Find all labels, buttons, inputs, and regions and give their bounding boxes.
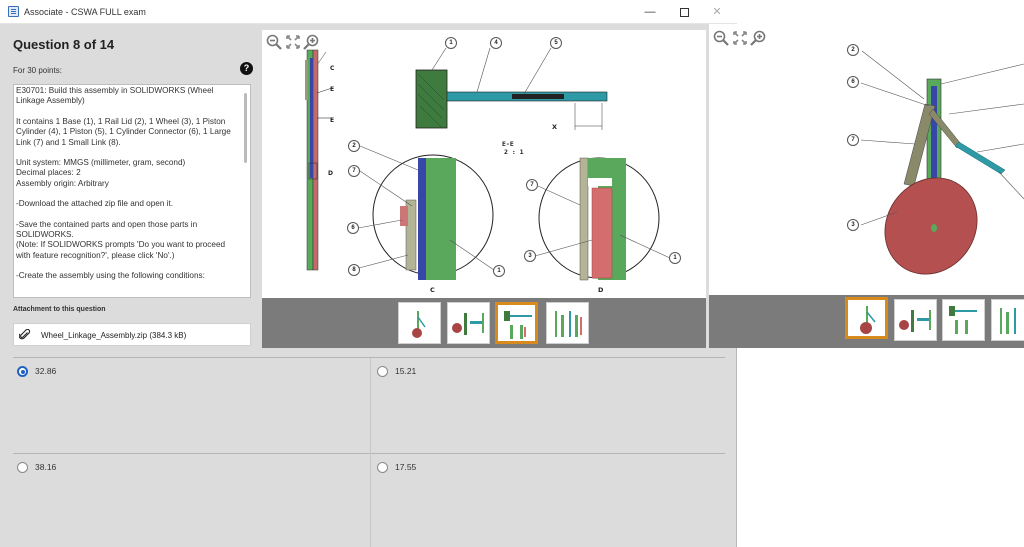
callout-balloon: 2 [348,140,360,152]
title-bar: Associate - CSWA FULL exam — ✕ [0,0,737,24]
thumbnail-image-1 [412,311,426,338]
thumbnail-1[interactable] [398,302,441,344]
thumbnail-2-2[interactable] [894,299,937,341]
help-icon[interactable]: ? [240,62,253,75]
view-d-label: D [598,286,604,294]
section-scale: 2 : 1 [504,148,524,156]
app-icon [8,6,19,17]
answer-label-4: 17.55 [395,462,417,472]
thumbnail-image-2-1 [860,306,876,334]
callout-balloon: 8 [348,264,360,276]
attachment-name: Wheel_Linkage_Assembly.zip (384.3 kB) [41,331,187,340]
question-paragraph: E30701: Build this assembly in SOLIDWORK… [16,86,214,106]
thumbnail-2-4[interactable] [991,299,1024,341]
callout-balloon: 7 [348,165,360,177]
thumbnail-4[interactable] [546,302,589,344]
question-title: Question 8 of 14 [13,37,115,52]
section-mark-1: E [330,86,334,93]
question-text-box[interactable]: E30701: Build this assembly in SOLIDWORK… [13,84,251,298]
detail-mark-d: D [328,170,333,177]
close-button[interactable]: ✕ [709,4,725,20]
drawing-image: E E C D X E-E 2 : 1 C D [305,47,671,294]
question-paragraph: -Save the contained parts and open those… [16,219,226,260]
thumbnail-2-3[interactable] [942,299,985,341]
iso-callout-balloon: 7 [847,134,859,146]
answers-divider-middle [13,453,725,454]
detail-mark-c: C [330,65,335,72]
thumbnail-image-2-2 [899,310,931,332]
iso-callout-balloon: 3 [847,219,859,231]
answers-divider-top [13,357,725,358]
radio-button-4[interactable] [377,462,388,473]
callout-balloon: 1 [445,37,457,49]
thumbnail-image-3 [504,311,532,339]
isometric-viewer: 2 6 7 3 [709,24,1024,348]
maximize-button[interactable] [676,4,692,20]
answer-label-1: 32.86 [35,366,57,376]
iso-callout-balloon: 2 [847,44,859,56]
thumbnail-image-2 [452,313,484,335]
thumbnail-image-4 [555,311,582,337]
radio-button-1[interactable] [17,366,28,377]
callout-balloon: 6 [347,222,359,234]
question-text: E30701: Build this assembly in SOLIDWORK… [14,85,250,282]
answers-divider-vertical [370,358,371,547]
detail-d [538,157,660,281]
attachment-link[interactable]: Wheel_Linkage_Assembly.zip (384.3 kB) [13,323,251,346]
section-label: E-E [502,140,514,148]
section-view [415,69,608,130]
radio-button-3[interactable] [17,462,28,473]
detail-c [372,154,494,280]
section-mark-2: E [330,117,334,124]
thumbnail-image-2-4 [1000,308,1016,334]
answer-label-2: 15.21 [395,366,417,376]
callout-balloon: 1 [669,252,681,264]
thumbnail-strip-2 [709,295,1024,348]
question-paragraph: Unit system: MMGS (millimeter, gram, sec… [16,158,186,188]
minimize-button[interactable]: — [642,4,658,20]
thumbnail-2-1[interactable] [845,297,888,339]
callout-balloon: 4 [490,37,502,49]
side-view [305,49,333,271]
callout-balloon: 7 [526,179,538,191]
thumbnail-2[interactable] [447,302,490,344]
view-c-label: C [430,286,435,294]
callout-balloon: 5 [550,37,562,49]
drawing-viewer: E E C D X E-E 2 : 1 C D 1 4 5 2 7 6 8 1 … [262,30,706,348]
question-paragraph: -Download the attached zip file and open… [16,199,174,209]
thumbnail-image-2-3 [949,306,977,334]
callout-balloon: 1 [493,265,505,277]
isometric-image [860,50,1024,275]
callout-balloon: 3 [524,250,536,262]
scrollbar[interactable] [244,93,247,163]
thumbnail-strip [262,298,706,348]
question-paragraph: -Create the assembly using the following… [16,271,205,281]
radio-button-2[interactable] [377,366,388,377]
question-paragraph: It contains 1 Base (1), 1 Rail Lid (2), … [16,116,231,147]
answer-label-3: 38.16 [35,462,57,472]
exam-window: Associate - CSWA FULL exam — ✕ Question … [0,0,737,547]
window-title: Associate - CSWA FULL exam [24,7,146,17]
thumbnail-3[interactable] [495,302,538,344]
question-points: For 30 points: [13,66,62,75]
dim-x-label: X [552,123,557,131]
attachment-label: Attachment to this question [13,306,106,313]
paperclip-icon [19,329,31,340]
iso-callout-balloon: 6 [847,76,859,88]
